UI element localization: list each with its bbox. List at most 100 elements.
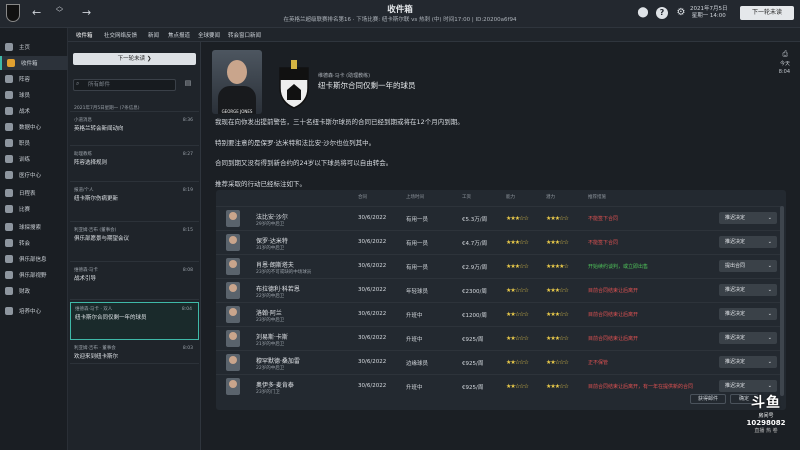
message-time: 8:04 [181, 307, 192, 312]
sidebar-item-medical[interactable]: 医疗中心 [0, 168, 68, 182]
player-name[interactable]: 奥伊多·麦肯泰 [256, 380, 294, 389]
player-desc: 22岁的中后卫 [256, 294, 285, 299]
continue-button[interactable]: 下一轮未读 [740, 6, 794, 20]
list-item[interactable]: 助理教练 阵容选择规则 8:27 [70, 148, 199, 182]
sidebar-item-label: 主页 [19, 45, 31, 51]
filter-icon[interactable]: ▤ [180, 79, 196, 91]
sidebar-item-home[interactable]: 主页 [0, 40, 68, 54]
sidebar-item-dev-centre[interactable]: 培养中心 [0, 304, 68, 318]
player-name[interactable]: 刘易斯·卡斯 [256, 332, 288, 341]
table-row[interactable]: 保罗·达米特 31岁的中后卫 30/6/2022 有用一员 €4.7万/周 ★★★☆☆ ★★… [216, 230, 782, 254]
player-name[interactable]: 法比安·沙尔 [256, 212, 288, 221]
advice-text: 不能签下合同 [588, 240, 619, 246]
sidebar-item-scouting[interactable]: 球探搜索 [0, 220, 68, 234]
sidebar-item-club-info[interactable]: 俱乐部信息 [0, 252, 68, 266]
sidebar-item-players[interactable]: 球员 [0, 88, 68, 102]
player-desc: 22岁的中后卫 [256, 366, 285, 371]
tactics-icon [5, 107, 13, 115]
player-photo: GEORGE JONES [212, 50, 262, 114]
stream-watermark: 斗鱼 房间号 10298082 直播 热 卷 [746, 395, 786, 434]
decision-dropdown[interactable]: 推迟决定 ⌄ [719, 284, 777, 296]
more-mail-button[interactable]: 获得邮件 [690, 394, 726, 404]
decision-dropdown[interactable]: 推迟决定 ⌄ [719, 236, 777, 248]
table-scrollbar[interactable] [780, 206, 784, 396]
sidebar-item-staff[interactable]: 职员 [0, 136, 68, 150]
help-icon[interactable]: ? [656, 7, 668, 19]
table-row[interactable]: 肖恩·朗斯塔夫 23岁的不可或缺的中场球员 30/6/2022 有用一员 €2.9万/周… [216, 254, 782, 278]
player-name[interactable]: 保罗·达米特 [256, 236, 288, 245]
table-row[interactable]: 法比安·沙尔 29岁的中后卫 30/6/2022 有用一员 €5.3万/周 ★★★☆☆ ★★… [216, 206, 782, 230]
settings-icon[interactable]: ⚙ [675, 7, 687, 19]
player-name[interactable]: 肖恩·朗斯塔夫 [256, 260, 294, 269]
medical-icon [5, 171, 13, 179]
wage: €925/周 [462, 337, 484, 343]
sidebar-item-data-hub[interactable]: 数据中心 [0, 120, 68, 134]
table-row[interactable]: 刘易斯·卡斯 21岁的中后卫 30/6/2022 升班中 €925/周 ★★☆☆☆ ★★★☆… [216, 326, 782, 350]
club-info-icon [5, 255, 13, 263]
sidebar-item-label: 财政 [19, 289, 31, 295]
list-item[interactable]: 利亚姆·吉布 (董事会) 俱乐部愿景与期望会议 8:15 [70, 224, 199, 262]
tab-focus[interactable]: 焦点报道 [168, 31, 190, 39]
list-item[interactable]: 小道消息 英格兰转会新闻动向 8:36 [70, 114, 199, 146]
tab-inbox[interactable]: 收件箱 [76, 31, 93, 39]
tab-social[interactable]: 社交网络反馈 [104, 31, 137, 39]
potential-stars: ★★★☆☆ [546, 383, 569, 390]
print-icon[interactable]: ⎙ [782, 50, 788, 59]
sidebar-item-label: 阵容 [19, 77, 31, 83]
playing-time: 有用一员 [406, 217, 429, 223]
decision-dropdown[interactable]: 推迟决定 ⌄ [719, 212, 777, 224]
contract-end: 30/6/2022 [358, 239, 387, 245]
transfers-icon [5, 239, 13, 247]
advice-text: 目前合同结束让后离开，有一年在提供新的合同 [588, 384, 694, 390]
player-avatar [226, 234, 240, 251]
list-item[interactable]: 维德森·马卡 · 双人 纽卡斯尔合同仅剩一年的球员 8:04 [70, 302, 199, 340]
search-input[interactable]: 所有邮件 [73, 79, 176, 91]
tab-global-news[interactable]: 全球要闻 [198, 31, 220, 39]
contract-end: 30/6/2022 [358, 263, 387, 269]
sidebar-item-club-vision[interactable]: 俱乐部视野 [0, 268, 68, 282]
advice-text: 开始续约谈判，或立即出售 [588, 264, 649, 270]
decision-dropdown[interactable]: 推迟决定 ⌄ [719, 380, 777, 392]
sidebar-item-training[interactable]: 训练 [0, 152, 68, 166]
list-item[interactable]: 维德森·马卡 战术引导 8:08 [70, 264, 199, 300]
sidebar-item-schedule[interactable]: 日程表 [0, 186, 68, 200]
sidebar-item-matches[interactable]: 比赛 [0, 202, 68, 216]
sidebar-item-inbox[interactable]: 收件箱 [0, 56, 68, 70]
player-name[interactable]: 洛翰·阿兰 [256, 308, 282, 317]
tab-bar: 收件箱 社交网络反馈 新闻 焦点报道 全球要闻 转会窗口新闻 [68, 28, 800, 42]
player-avatar [226, 330, 240, 347]
potential-stars: ★★★☆☆ [546, 335, 569, 342]
message-time: 8:36 [182, 118, 193, 123]
list-item[interactable]: 报道/个人 纽卡斯尔伤病更新 8:19 [70, 184, 199, 222]
message-from: 小道消息 [74, 118, 92, 123]
pin-icon[interactable]: ⬤ [637, 7, 649, 19]
player-desc: 23岁的中后卫 [256, 318, 285, 323]
player-desc: 23岁的不可或缺的中场球员 [256, 270, 312, 275]
tab-transfer-news[interactable]: 转会窗口新闻 [228, 31, 261, 39]
message-from: 报道/个人 [74, 188, 94, 193]
ability-stars: ★★★☆☆ [506, 263, 529, 270]
sidebar-item-tactics[interactable]: 战术 [0, 104, 68, 118]
table-row[interactable]: 布拉德利·科若恩 22岁的中后卫 30/6/2022 年轻球员 €2300/周 ★★☆☆☆… [216, 278, 782, 302]
sidebar-item-label: 比赛 [19, 207, 31, 213]
tab-news[interactable]: 新闻 [148, 31, 159, 39]
decision-dropdown[interactable]: 推迟决定 ⌄ [719, 356, 777, 368]
sidebar-item-squad[interactable]: 阵容 [0, 72, 68, 86]
player-desc: 23岁的门卫 [256, 390, 280, 395]
message-paragraph: 推荐采取的行动已经标注如下。 [215, 180, 306, 188]
table-row[interactable]: 洛翰·阿兰 23岁的中后卫 30/6/2022 升班中 €1200/周 ★★☆☆☆ ★★★☆… [216, 302, 782, 326]
message-from: 助理教练 [74, 152, 92, 157]
table-row[interactable]: 穆罕默德·桑加雷 22岁的中后卫 30/6/2022 边缘球员 €925/周 ★★☆☆☆ ★… [216, 350, 782, 374]
wage: €2.9万/周 [462, 265, 488, 271]
decision-dropdown[interactable]: 提出合同 ⌄ [719, 260, 777, 272]
decision-dropdown[interactable]: 推迟决定 ⌄ [719, 332, 777, 344]
list-item[interactable]: 利亚姆·吉布 · 董事会 欢迎来到纽卡斯尔 8:03 [70, 342, 199, 364]
decision-dropdown[interactable]: 推迟决定 ⌄ [719, 308, 777, 320]
contract-end: 30/6/2022 [358, 335, 387, 341]
message-from: 利亚姆·吉布 · 董事会 [74, 346, 116, 351]
player-name[interactable]: 穆罕默德·桑加雷 [256, 356, 300, 365]
player-name[interactable]: 布拉德利·科若恩 [256, 284, 300, 293]
sidebar-item-finances[interactable]: 财政 [0, 284, 68, 298]
sidebar-item-transfers[interactable]: 转会 [0, 236, 68, 250]
next-unread-button[interactable]: 下一轮未读 ❯ [73, 53, 196, 65]
